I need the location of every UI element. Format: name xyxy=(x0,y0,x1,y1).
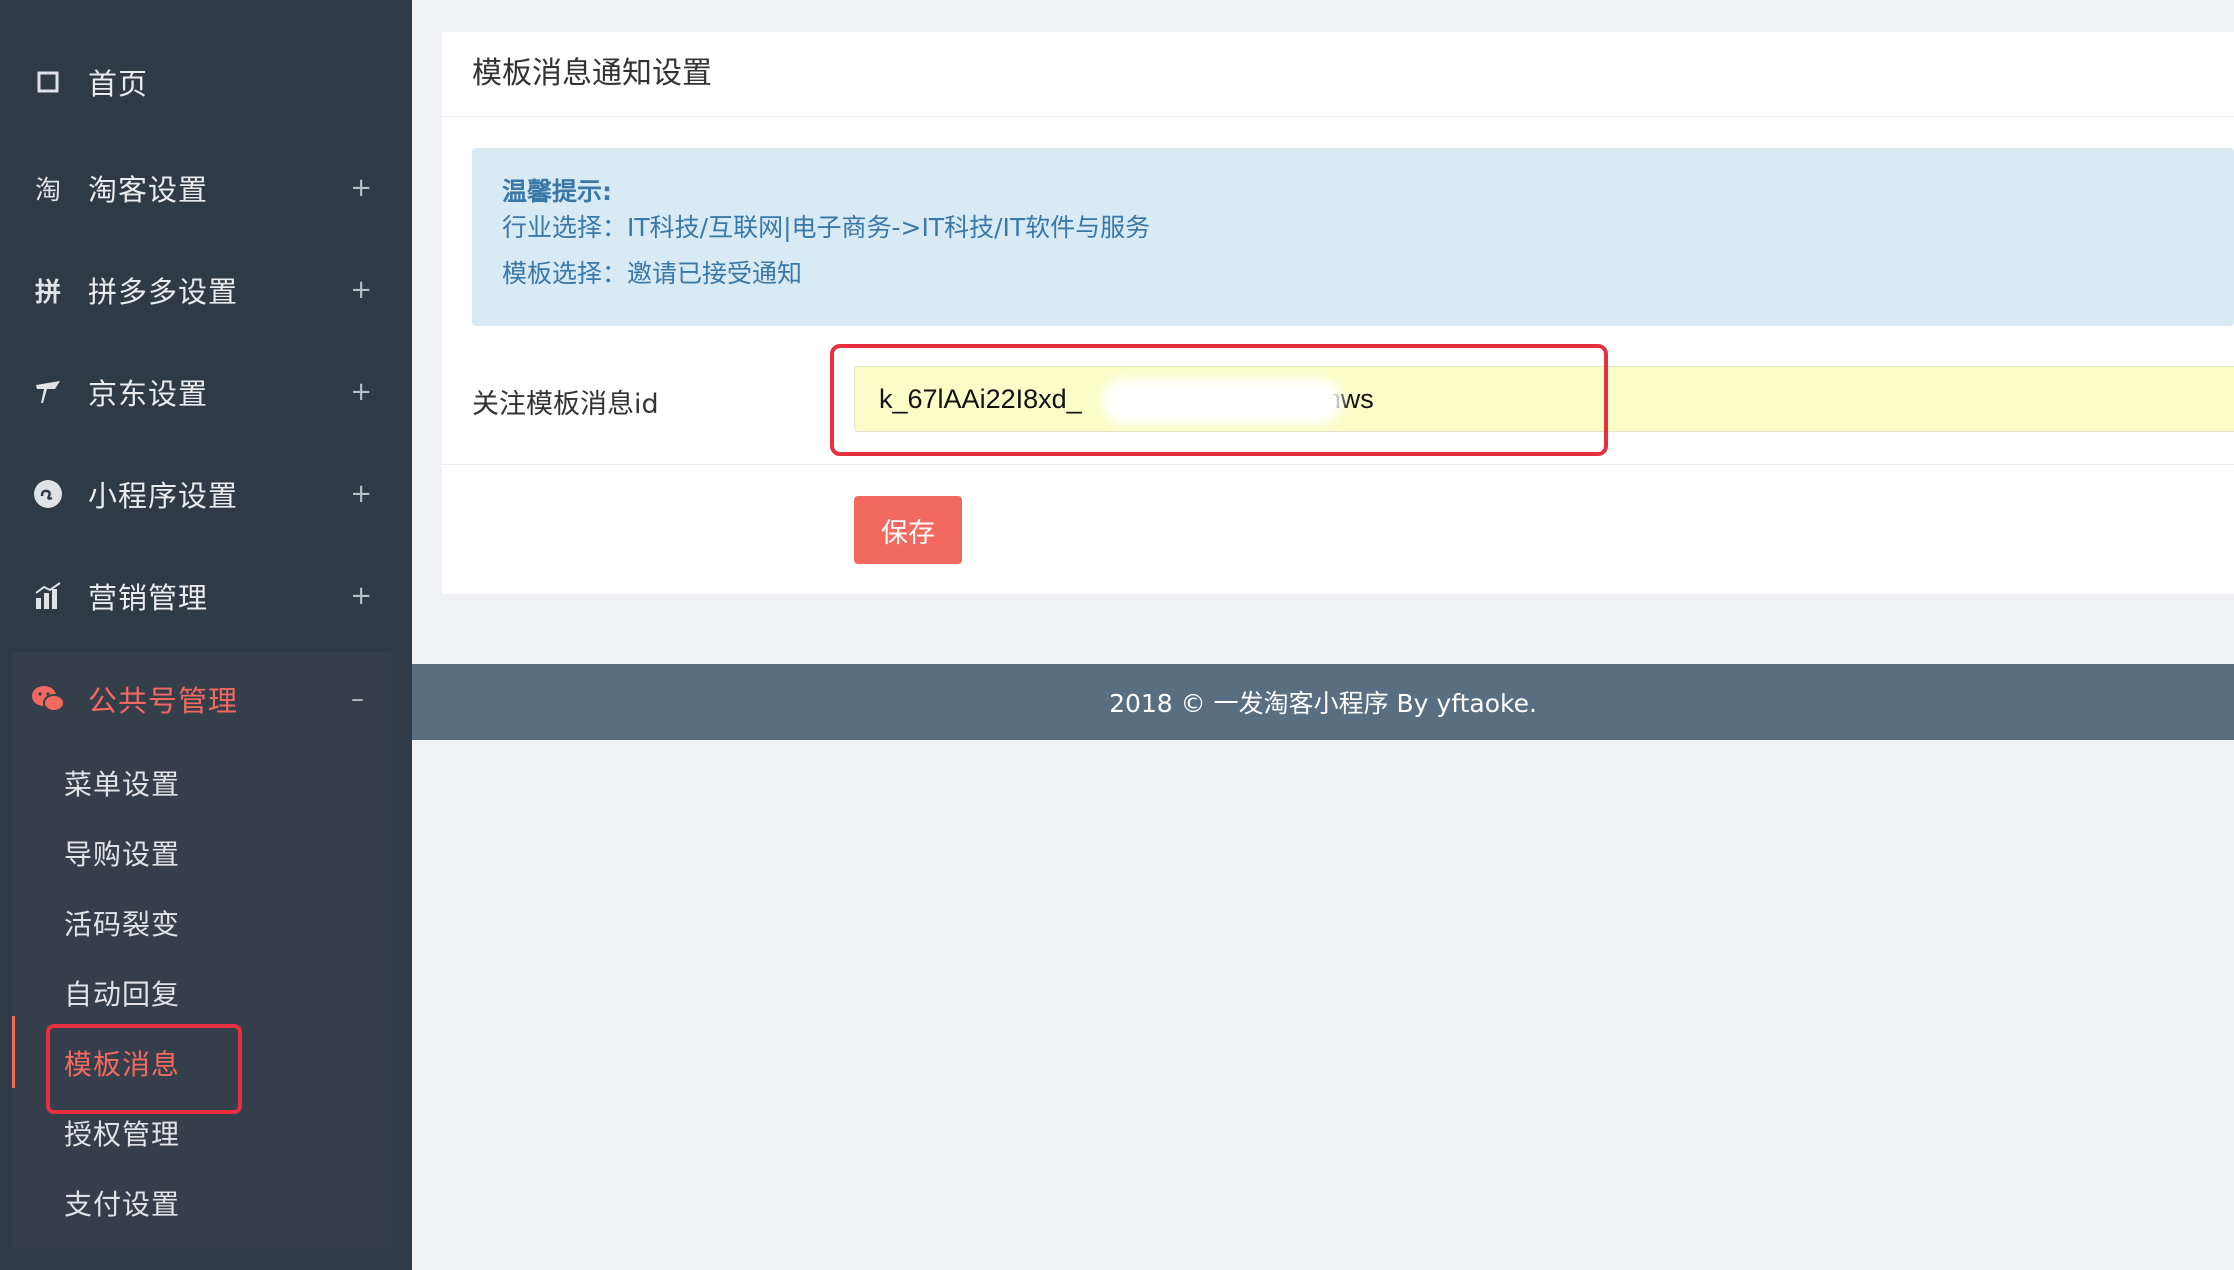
sidebar-item-official-account[interactable]: 公共号管理 – xyxy=(12,652,392,746)
annotation-highlight-box xyxy=(830,344,1608,456)
taobao-icon: 淘 xyxy=(34,175,61,206)
sidebar: 首页 淘 淘客设置 + 拼 拼多多设置 + 京东设置 + 小程序设置 + 营销管… xyxy=(0,0,412,1270)
annotation-highlight-box xyxy=(46,1024,242,1114)
sidebar-item-pinduoduo[interactable]: 拼 拼多多设置 + xyxy=(0,240,412,340)
sidebar-item-label: 公共号管理 xyxy=(88,684,239,718)
template-id-label: 关注模板消息id xyxy=(472,389,659,420)
sidebar-subitem-menu-settings[interactable]: 菜单设置 xyxy=(64,755,180,815)
sidebar-item-taoke[interactable]: 淘 淘客设置 + xyxy=(0,138,412,238)
jd-icon xyxy=(30,374,66,410)
sidebar-item-jd[interactable]: 京东设置 + xyxy=(0,342,412,442)
sidebar-subitem-guide-settings[interactable]: 导购设置 xyxy=(64,825,180,885)
tip-line-template: 模板选择：邀请已接受通知 xyxy=(502,259,803,288)
divider xyxy=(442,464,2234,465)
chart-icon xyxy=(30,578,66,614)
footer-text: 2018 © 一发淘客小程序 By yftaoke. xyxy=(1109,689,1537,718)
tip-line-industry: 行业选择：IT科技/互联网|电子商务->IT科技/IT软件与服务 xyxy=(502,213,1151,242)
expand-icon: + xyxy=(350,173,372,203)
square-icon xyxy=(30,64,66,100)
sidebar-item-label: 首页 xyxy=(88,67,149,101)
sidebar-item-marketing[interactable]: 营销管理 + xyxy=(0,546,412,646)
footer: 2018 © 一发淘客小程序 By yftaoke. xyxy=(412,664,2234,740)
expand-icon: + xyxy=(350,275,372,305)
collapse-icon: – xyxy=(351,684,364,714)
expand-icon: + xyxy=(350,479,372,509)
tip-title: 温馨提示: xyxy=(502,177,612,206)
sidebar-item-miniprogram[interactable]: 小程序设置 + xyxy=(0,444,412,544)
save-button[interactable]: 保存 xyxy=(854,496,962,564)
tip-box: 温馨提示: 行业选择：IT科技/互联网|电子商务->IT科技/IT软件与服务 模… xyxy=(472,148,2234,326)
sidebar-item-home[interactable]: 首页 xyxy=(0,32,412,132)
miniprogram-icon xyxy=(30,476,66,512)
sidebar-subitem-authorization[interactable]: 授权管理 xyxy=(64,1105,180,1165)
sidebar-item-label: 营销管理 xyxy=(88,581,209,615)
active-indicator xyxy=(12,1016,15,1088)
expand-icon: + xyxy=(350,377,372,407)
sidebar-item-label: 拼多多设置 xyxy=(88,275,239,309)
wechat-icon xyxy=(30,681,66,717)
page-title: 模板消息通知设置 xyxy=(472,56,712,91)
sidebar-subitem-payment-settings[interactable]: 支付设置 xyxy=(64,1175,180,1235)
expand-icon: + xyxy=(350,581,372,611)
sidebar-item-label: 小程序设置 xyxy=(88,479,239,513)
settings-panel: 模板消息通知设置 温馨提示: 行业选择：IT科技/互联网|电子商务->IT科技/… xyxy=(442,32,2234,594)
sidebar-subitem-live-code[interactable]: 活码裂变 xyxy=(64,895,180,955)
sidebar-item-label: 淘客设置 xyxy=(88,173,209,207)
sidebar-item-label: 京东设置 xyxy=(88,377,209,411)
pinduoduo-icon: 拼 xyxy=(34,277,61,308)
divider xyxy=(442,116,2234,117)
sidebar-subitem-auto-reply[interactable]: 自动回复 xyxy=(64,965,180,1025)
